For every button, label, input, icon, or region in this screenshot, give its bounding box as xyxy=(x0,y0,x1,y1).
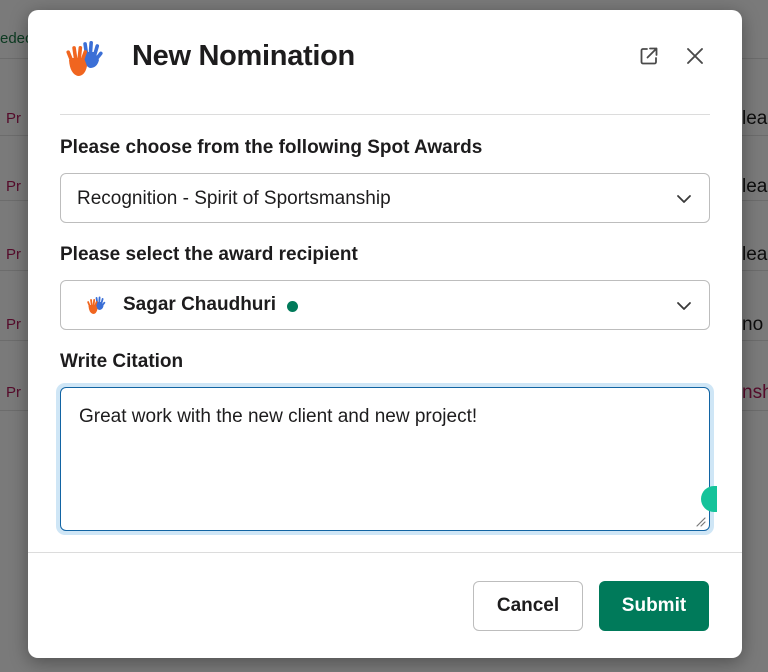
citation-textarea[interactable]: Great work with the new client and new p… xyxy=(60,387,717,531)
close-icon xyxy=(687,48,703,64)
award-select[interactable]: Recognition - Spirit of Sportsmanship xyxy=(60,173,710,223)
header-divider xyxy=(60,114,710,115)
recipient-select[interactable]: Sagar Chaudhuri xyxy=(60,280,710,330)
writing-assistant-badge[interactable] xyxy=(701,486,717,512)
modal-header: New Nomination xyxy=(28,10,742,114)
submit-button[interactable]: Submit xyxy=(599,581,709,631)
citation-text: Great work with the new client and new p… xyxy=(79,406,478,427)
new-nomination-modal: New Nomination Please choose from the fo… xyxy=(28,10,742,658)
modal-title: New Nomination xyxy=(132,40,355,72)
citation-field-label: Write Citation xyxy=(60,351,184,372)
citation-focus-ring: Great work with the new client and new p… xyxy=(56,383,717,535)
external-link-icon xyxy=(640,47,658,65)
recipient-avatar-icon xyxy=(87,296,106,314)
chevron-down-icon xyxy=(677,195,691,203)
open-in-new-window-button[interactable] xyxy=(635,42,663,70)
award-select-value: Recognition - Spirit of Sportsmanship xyxy=(77,188,391,209)
presence-active-indicator xyxy=(287,301,298,312)
award-field-label: Please choose from the following Spot Aw… xyxy=(60,137,483,158)
resize-handle-icon[interactable] xyxy=(694,515,706,527)
cancel-button[interactable]: Cancel xyxy=(473,581,583,631)
chevron-down-icon xyxy=(677,302,691,310)
close-button[interactable] xyxy=(681,42,709,70)
hands-logo-icon xyxy=(66,40,103,76)
footer-divider xyxy=(28,552,742,553)
recipient-name: Sagar Chaudhuri xyxy=(123,294,277,315)
recipient-field-label: Please select the award recipient xyxy=(60,244,358,265)
